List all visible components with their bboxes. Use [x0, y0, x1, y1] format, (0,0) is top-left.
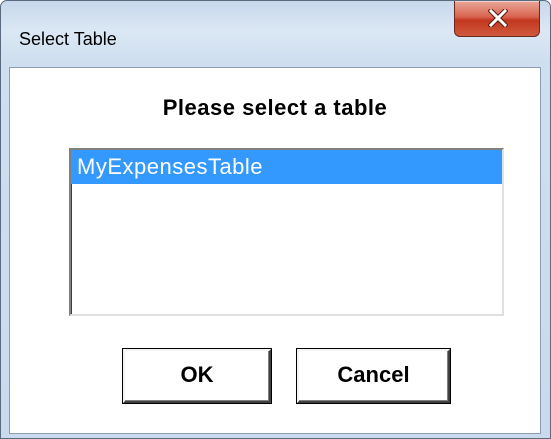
window-title: Select Table	[19, 29, 117, 49]
select-table-dialog: Select Table Please select a table MyExp…	[0, 0, 551, 439]
list-item[interactable]: MyExpensesTable	[71, 150, 502, 184]
dialog-body: Please select a table MyExpensesTable OK…	[9, 67, 541, 434]
title-bar[interactable]: Select Table	[1, 1, 550, 67]
close-icon	[488, 9, 508, 27]
table-listbox[interactable]: MyExpensesTable	[69, 148, 504, 316]
ok-button[interactable]: OK	[122, 348, 272, 404]
close-button[interactable]	[454, 1, 540, 37]
cancel-button[interactable]: Cancel	[296, 348, 451, 404]
dialog-prompt: Please select a table	[162, 95, 388, 120]
